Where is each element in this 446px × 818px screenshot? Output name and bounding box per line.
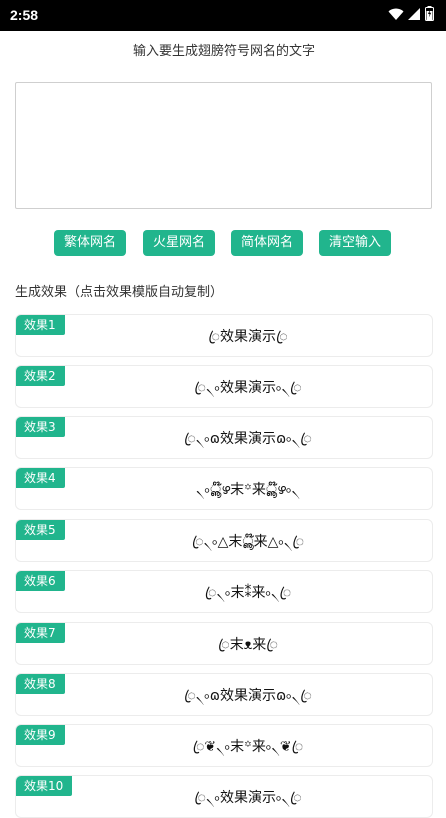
- result-badge: 效果9: [16, 725, 65, 745]
- result-badge: 效果4: [16, 468, 65, 488]
- clear-input-button[interactable]: 清空输入: [319, 230, 392, 256]
- result-item[interactable]: 效果10 ꦿ৲৹效果演示৹৲ꦿ: [15, 775, 433, 818]
- battery-icon: [425, 6, 434, 21]
- result-badge: 效果5: [16, 520, 65, 540]
- result-item[interactable]: 效果4 ৲৹ൣ໊ഴ末꙳来ൣ໊ഴ৹৲: [15, 467, 433, 510]
- result-item[interactable]: 效果7 ꦿ末ᴥ来ꦿ: [15, 622, 433, 665]
- camera-notch: [153, 0, 293, 7]
- status-bar: 2:58: [0, 0, 446, 31]
- result-item[interactable]: 效果2 ꦿ৲৹效果演示৹৲ꦿ: [15, 365, 433, 408]
- result-badge: 效果6: [16, 571, 65, 591]
- signal-icon: [408, 7, 421, 21]
- result-item[interactable]: 效果1 ꦿ效果演示ꦿ: [15, 314, 433, 357]
- result-text: ꦿ❦৲৹末꙳来৹৲❦ꦿ: [192, 739, 304, 755]
- result-item[interactable]: 效果6 ꦿ৲৹末⁑来৹৲ꦿ: [15, 570, 433, 613]
- result-text: ꦿ৲৹末⁑来৹৲ꦿ: [204, 585, 292, 601]
- result-text: ꦿ效果演示ꦿ: [208, 329, 288, 345]
- result-item[interactable]: 效果8 ꦿ৲৹ɷ效果演示ɷ৹৲ꦿ: [15, 673, 433, 716]
- result-badge: 效果1: [16, 315, 65, 335]
- result-badge: 效果3: [16, 417, 65, 437]
- prompt-label: 输入要生成翅膀符号网名的文字: [132, 44, 315, 59]
- result-text: ꦿ৲৹ɷ效果演示ɷ৹৲ꦿ: [184, 431, 312, 447]
- main-content: 输入要生成翅膀符号网名的文字 繁体网名 火星网名 简体网名 清空输入 生成效果（…: [2, 31, 446, 818]
- result-text: ৲৹ൣ໊ഴ末꙳来ൣ໊ഴ৹৲: [195, 482, 301, 498]
- result-item[interactable]: 效果5 ꦿ৲৹△末ൣ໊来△৹৲ꦿ: [15, 519, 433, 562]
- result-badge: 效果2: [16, 366, 65, 386]
- results-section-title: 生成效果（点击效果模版自动复制）: [15, 285, 224, 300]
- result-badge: 效果8: [16, 674, 65, 694]
- result-item[interactable]: 效果9 ꦿ❦৲৹末꙳来৹৲❦ꦿ: [15, 724, 433, 767]
- result-text: ꦿ৲৹ɷ效果演示ɷ৹৲ꦿ: [184, 688, 312, 704]
- result-text: ꦿ末ᴥ来ꦿ: [218, 637, 278, 653]
- wifi-icon: [388, 7, 404, 21]
- simplified-name-button[interactable]: 简体网名: [231, 230, 304, 256]
- result-item[interactable]: 效果3 ꦿ৲৹ɷ效果演示ɷ৹৲ꦿ: [15, 416, 433, 459]
- result-text: ꦿ৲৹效果演示৹৲ꦿ: [194, 380, 302, 396]
- name-input[interactable]: [15, 82, 432, 209]
- status-icons: [388, 6, 434, 21]
- martian-name-button[interactable]: 火星网名: [143, 230, 216, 256]
- result-badge: 效果7: [16, 623, 65, 643]
- result-text: ꦿ৲৹效果演示৹৲ꦿ: [194, 790, 302, 806]
- status-time: 2:58: [10, 7, 39, 23]
- result-text: ꦿ৲৹△末ൣ໊来△৹৲ꦿ: [191, 534, 305, 550]
- traditional-name-button[interactable]: 繁体网名: [54, 230, 127, 256]
- action-button-row: 繁体网名 火星网名 简体网名 清空输入: [2, 230, 446, 256]
